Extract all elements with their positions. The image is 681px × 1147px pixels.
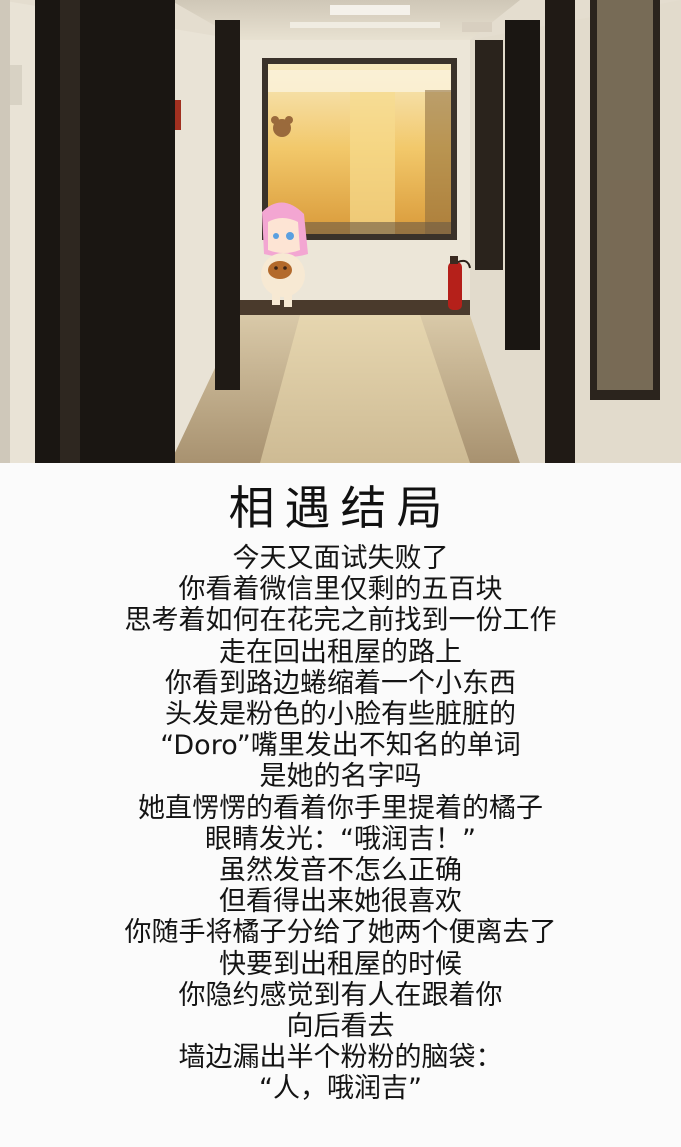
story-line: 快要到出租屋的时候 xyxy=(219,948,462,980)
story-line: 走在回出租屋的路上 xyxy=(219,636,462,668)
story-line: “人，哦润吉” xyxy=(259,1073,422,1105)
hallway-photo xyxy=(0,0,681,463)
story-line: “Doro”嘴里发出不知名的单词 xyxy=(160,730,521,762)
story-line: 你看到路边蜷缩着一个小东西 xyxy=(165,667,516,699)
story-line: 今天又面试失败了 xyxy=(232,543,449,574)
story-line: 但看得出来她很喜欢 xyxy=(219,886,462,918)
story-title: 相遇结局 xyxy=(228,481,453,535)
story-line: 眼睛发光：“哦润吉！” xyxy=(205,823,476,855)
story-line: 她直愣愣的看着你手里提着的橘子 xyxy=(138,792,543,824)
story-line: 虽然发音不怎么正确 xyxy=(219,855,462,887)
story-line: 你看着微信里仅剩的五百块 xyxy=(178,574,503,606)
story-lines: 今天又面试失败了 你看着微信里仅剩的五百块 思考着如何在花完之前找到一份工作 走在回出… xyxy=(0,543,681,1105)
story-line: 是她的名字吗 xyxy=(259,761,422,793)
story-line: 墙边漏出半个粉粉的脑袋： xyxy=(178,1042,503,1074)
story-line: 你随手将橘子分给了她两个便离去了 xyxy=(124,917,557,949)
story-line: 思考着如何在花完之前找到一份工作 xyxy=(124,605,557,637)
story-line: 头发是粉色的小脸有些脏脏的 xyxy=(165,699,516,731)
story-line: 向后看去 xyxy=(286,1011,395,1043)
story-line: 你隐约感觉到有人在跟着你 xyxy=(178,979,503,1011)
